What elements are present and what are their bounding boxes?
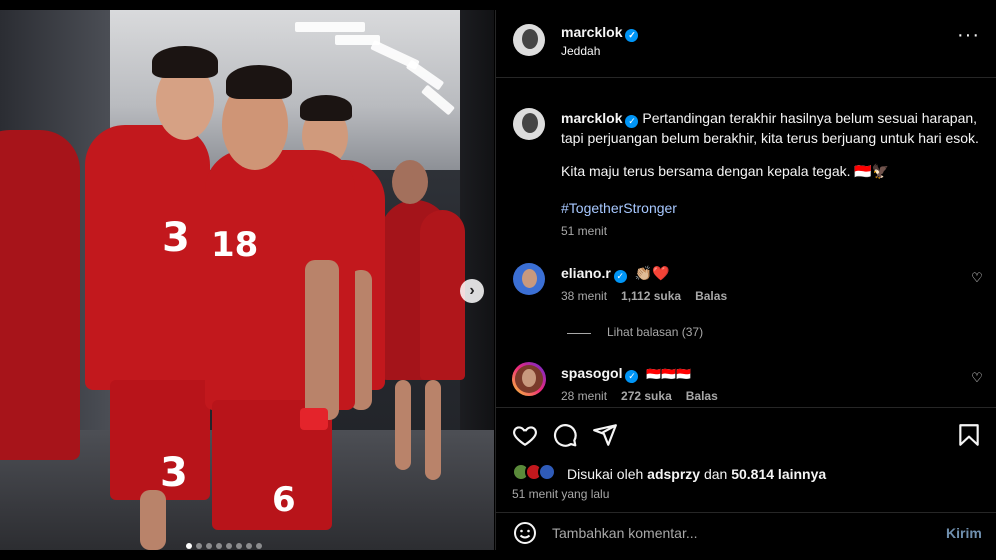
avatar[interactable]: [513, 263, 545, 295]
post-timestamp[interactable]: 51 menit yang lalu: [512, 487, 609, 501]
post-media[interactable]: 3 3 18 6 ›: [0, 10, 494, 550]
likes-count[interactable]: 50.814 lainnya: [731, 466, 826, 482]
comment-composer: Tambahkan komentar... Kirim: [496, 512, 996, 551]
caption-time: 51 menit: [561, 224, 608, 238]
post-header: marcklok ✓ Jeddah ···: [496, 10, 996, 78]
comment-time: 38 menit: [561, 289, 608, 303]
heart-icon[interactable]: ♡: [970, 371, 984, 385]
verified-badge-icon: ✓: [613, 270, 627, 283]
avatar[interactable]: [513, 24, 545, 56]
comment-author[interactable]: spasogol: [561, 365, 622, 381]
comment-1-meta: 38 menit 1,112 suka Balas: [561, 289, 727, 303]
bookmark-icon[interactable]: [956, 422, 982, 448]
caption-line-1: marcklok ✓ Pertandingan terakhir hasilnya…: [561, 110, 977, 128]
verified-badge-icon: ✓: [625, 370, 639, 383]
caption-text: Pertandingan terakhir hasilnya belum ses…: [642, 110, 978, 126]
caption-author[interactable]: marcklok: [561, 110, 622, 126]
reply-button[interactable]: Balas: [695, 289, 727, 303]
share-icon[interactable]: [592, 422, 618, 448]
emoji-icon[interactable]: [513, 521, 537, 545]
carousel-dot: [186, 543, 192, 549]
carousel-dot: [196, 543, 202, 549]
likes-summary: Disukai oleh adsprzy dan 50.814 lainnya: [567, 466, 827, 482]
chevron-right-icon[interactable]: ›: [460, 279, 484, 303]
carousel-dot: [206, 543, 212, 549]
post-side-panel: marcklok ✓ Jeddah ··· marcklok ✓ Pertandin…: [495, 10, 996, 550]
comment-2: spasogol ✓ 🇮🇩🇮🇩🇮🇩: [561, 365, 691, 383]
comment-time: 28 menit: [561, 389, 608, 403]
hashtag-link[interactable]: #TogetherStronger: [561, 200, 677, 216]
heart-icon[interactable]: [512, 422, 538, 448]
avatar[interactable]: [513, 108, 545, 140]
caption-line-2: tapi perjuangan belum berakhir, kita ter…: [561, 130, 979, 146]
avatar: [538, 463, 556, 481]
verified-badge-icon: ✓: [625, 115, 639, 128]
carousel-dot: [256, 543, 262, 549]
comment-input[interactable]: Tambahkan komentar...: [552, 525, 698, 541]
comment-author[interactable]: eliano.r: [561, 265, 611, 281]
post-author[interactable]: marcklok ✓: [561, 24, 639, 42]
ceiling-light: [295, 22, 365, 32]
carousel-dot: [236, 543, 242, 549]
comment-text: 👏🏼❤️: [634, 265, 670, 281]
carousel-dot: [216, 543, 222, 549]
caption-line-3: Kita maju terus bersama dengan kepala te…: [561, 163, 890, 179]
view-replies-button[interactable]: Lihat balasan (37): [607, 325, 703, 339]
avatar[interactable]: [512, 362, 546, 396]
comments-section[interactable]: marcklok ✓ Pertandingan terakhir hasilnya…: [496, 79, 996, 407]
comment-text: 🇮🇩🇮🇩🇮🇩: [646, 367, 692, 381]
post-actions: Disukai oleh adsprzy dan 50.814 lainnya …: [496, 407, 996, 550]
heart-icon[interactable]: ♡: [970, 271, 984, 285]
comment-likes[interactable]: 272 suka: [621, 389, 672, 403]
comment-1: eliano.r ✓ 👏🏼❤️: [561, 265, 670, 283]
verified-badge-icon: ✓: [625, 29, 639, 42]
reply-button[interactable]: Balas: [686, 389, 718, 403]
liker-username[interactable]: adsprzy: [647, 466, 700, 482]
post-location[interactable]: Jeddah: [561, 44, 600, 58]
post-comment-button[interactable]: Kirim: [946, 525, 982, 541]
comment-icon[interactable]: [552, 422, 578, 448]
more-horizontal-icon[interactable]: ···: [957, 24, 980, 47]
carousel-dot: [226, 543, 232, 549]
comment-2-meta: 28 menit 272 suka Balas: [561, 389, 718, 403]
carousel-dots: [186, 543, 262, 549]
replies-divider: [567, 333, 591, 334]
comment-likes[interactable]: 1,112 suka: [621, 289, 681, 303]
post-modal: 3 3 18 6 › marcklok ✓ Jeddah ··· marcklo…: [0, 0, 996, 560]
carousel-dot: [246, 543, 252, 549]
